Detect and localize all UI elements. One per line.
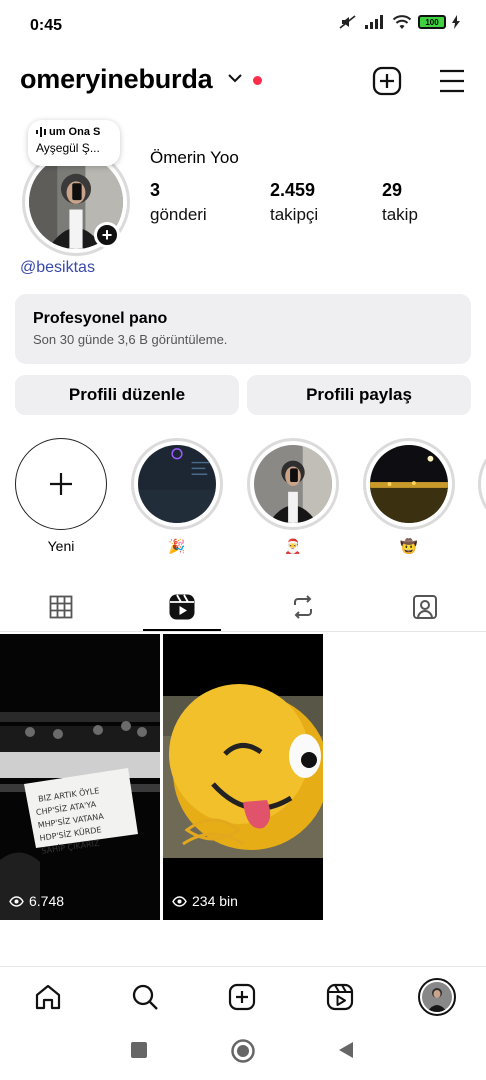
stat-label: takip — [382, 205, 418, 224]
highlight-label: Yeni — [47, 538, 75, 554]
profile-note[interactable]: um Ona S Ayşegül Ş... — [28, 120, 120, 166]
reel-thumbnail[interactable]: 234 bin — [163, 634, 323, 920]
wifi-icon — [392, 15, 412, 29]
highlight-label: 🎅 — [284, 538, 302, 554]
new-post-icon[interactable] — [372, 66, 402, 96]
highlight-new[interactable]: Yeni — [14, 438, 108, 554]
highlight-item-partial[interactable] — [478, 438, 486, 530]
threads-link[interactable]: @besiktas — [20, 259, 95, 277]
highlight-label: 🤠 — [400, 538, 418, 554]
stat-label: gönderi — [150, 205, 207, 224]
nav-home[interactable] — [28, 977, 68, 1017]
share-profile-button[interactable]: Profili paylaş — [247, 375, 471, 415]
nav-reels[interactable] — [320, 977, 360, 1017]
highlight-cover — [370, 445, 448, 523]
battery-icon: 100 — [418, 15, 446, 29]
reposts-icon — [294, 595, 312, 619]
reel-view-count: 6.748 — [9, 893, 64, 909]
chevron-down-icon[interactable] — [228, 74, 242, 83]
dashboard-subtitle: Son 30 günde 3,6 B görüntüleme. — [33, 332, 228, 347]
charging-icon — [452, 15, 460, 29]
new-highlight-circle — [15, 438, 107, 530]
stat-posts[interactable]: 3 gönderi — [150, 180, 207, 225]
tagged-icon — [413, 595, 437, 619]
signal-icon — [365, 15, 383, 29]
stat-value: 29 — [382, 180, 403, 200]
nav-profile[interactable] — [417, 977, 457, 1017]
note-song: um Ona S — [36, 126, 112, 138]
mute-icon — [339, 15, 356, 29]
tab-reels[interactable] — [142, 582, 222, 632]
reels-icon — [326, 983, 354, 1011]
profile-tabs — [0, 582, 486, 632]
menu-icon[interactable] — [438, 68, 466, 94]
profile-avatar-small — [418, 978, 456, 1016]
stat-value: 2.459 — [270, 180, 316, 200]
stat-followers[interactable]: 2.459 takipçi — [270, 180, 318, 225]
profile-header: omeryineburda — [20, 62, 466, 102]
professional-dashboard[interactable]: Profesyonel pano Son 30 günde 3,6 B görü… — [15, 294, 471, 364]
stat-following[interactable]: 29 takip — [382, 180, 418, 225]
status-bar: 0:45 100 — [0, 0, 486, 52]
reel-thumbnail[interactable]: BIZ ARTIK ÖYLE CHP'SİZ ATA'YA MHP'SİZ VA… — [0, 634, 160, 920]
eye-icon — [9, 895, 24, 907]
music-bars-icon — [36, 127, 46, 137]
create-icon — [228, 983, 256, 1011]
search-icon — [132, 984, 158, 1010]
plus-icon — [50, 473, 72, 495]
eye-icon — [172, 895, 187, 907]
view-count-text: 6.748 — [29, 893, 65, 909]
note-artist: Ayşegül Ş... — [36, 141, 100, 155]
highlight-item[interactable]: 🤠 — [362, 438, 456, 555]
nav-create[interactable] — [222, 977, 262, 1017]
view-count-text: 234 bin — [192, 893, 238, 909]
highlight-item[interactable]: 🎉 — [130, 438, 224, 555]
highlight-cover — [254, 445, 332, 523]
edit-profile-button[interactable]: Profili düzenle — [15, 375, 239, 415]
add-story-icon[interactable]: + — [94, 222, 120, 248]
active-tab-indicator — [143, 629, 221, 631]
home-icon — [35, 984, 61, 1010]
status-time: 0:45 — [30, 17, 63, 34]
reel-view-count: 234 bin — [172, 893, 238, 909]
stat-value: 3 — [150, 180, 161, 200]
username[interactable]: omeryineburda — [20, 64, 213, 95]
tab-posts[interactable] — [21, 582, 101, 632]
dashboard-title: Profesyonel pano — [33, 310, 168, 327]
notification-dot — [253, 76, 262, 85]
highlight-item[interactable]: 🎅 — [246, 438, 340, 555]
back-icon[interactable] — [336, 1040, 356, 1060]
recents-icon[interactable] — [129, 1040, 149, 1060]
status-icons: 100 — [338, 14, 460, 30]
grid-icon — [49, 595, 73, 619]
display-name: Ömerin Yoo — [150, 148, 239, 167]
stat-label: takipçi — [270, 205, 319, 224]
highlight-label: 🎉 — [168, 538, 186, 554]
tab-tagged[interactable] — [385, 582, 465, 632]
bottom-navigation — [0, 966, 486, 1024]
reels-icon — [169, 594, 195, 620]
highlight-cover — [138, 445, 216, 523]
note-song-text: um Ona S — [49, 126, 101, 138]
nav-search[interactable] — [125, 977, 165, 1017]
tab-reposts[interactable] — [263, 582, 343, 632]
home-button-icon[interactable] — [230, 1038, 256, 1064]
system-navigation — [0, 1026, 486, 1080]
